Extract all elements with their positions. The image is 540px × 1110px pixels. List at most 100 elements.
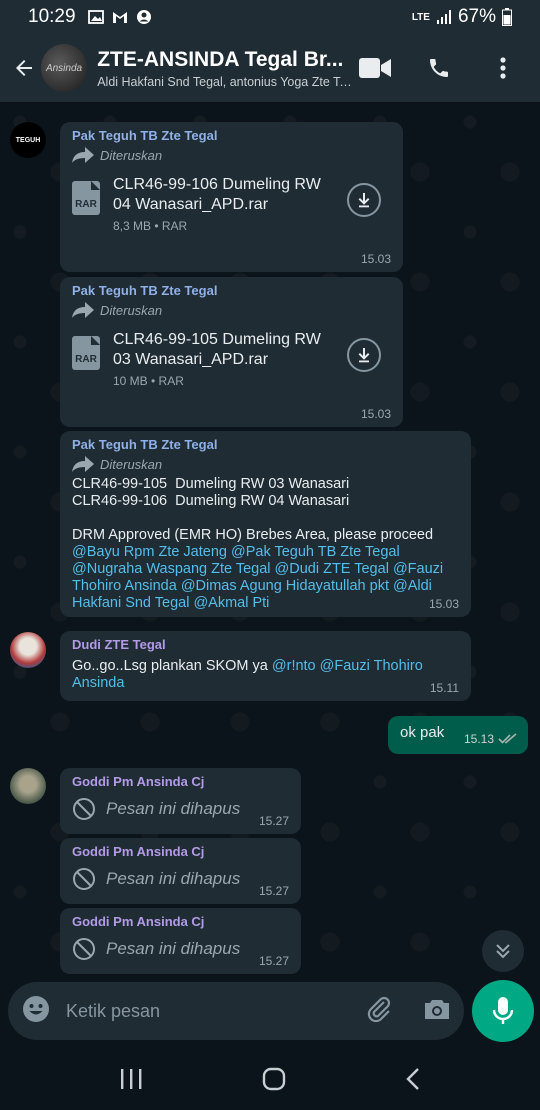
file-info: CLR46-99-106 Dumeling RW 04 Wanasari_APD… <box>113 175 323 233</box>
microphone-icon <box>492 997 514 1024</box>
back-button[interactable] <box>8 51 41 85</box>
battery-icon <box>502 8 512 26</box>
system-back-button[interactable] <box>405 1067 421 1096</box>
composer-actions <box>364 994 450 1029</box>
file-meta: 8,3 MB • RAR <box>113 219 188 233</box>
scroll-to-bottom-button[interactable] <box>482 930 524 972</box>
message-text: ok pak <box>400 724 445 741</box>
lte-label: LTE <box>411 11 430 23</box>
header-actions <box>358 51 540 85</box>
attach-button[interactable] <box>364 994 394 1029</box>
status-icons <box>87 9 152 25</box>
download-icon <box>358 348 370 363</box>
chat-area[interactable]: TEGUH Pak Teguh TB Zte Tegal Diteruskan … <box>0 102 540 980</box>
message-time: 15.13 <box>463 732 494 746</box>
deleted-text: Pesan ini dihapus <box>106 799 241 818</box>
file-type-label: RAR <box>75 199 97 210</box>
file-attachment[interactable]: RAR CLR46-99-106 Dumeling RW 04 Wanasari… <box>72 175 391 233</box>
status-right: LTE 67% <box>412 6 512 28</box>
blocked-icon <box>73 868 95 890</box>
message-time: 15.03 <box>360 407 391 421</box>
arrow-left-icon <box>16 60 33 76</box>
message-body: CLR46-99-105 Dumeling RW 03 Wanasari CLR… <box>72 476 459 612</box>
message-file-1[interactable]: Pak Teguh TB Zte Tegal Diteruskan RAR CL… <box>60 122 403 272</box>
file-name: CLR46-99-106 Dumeling RW 04 Wanasari_APD… <box>113 176 321 213</box>
phone-icon <box>430 59 448 77</box>
deleted-message: Pesan ini dihapus <box>72 797 289 821</box>
forwarded-text: Diteruskan <box>100 302 163 318</box>
gmail-icon <box>112 12 127 23</box>
message-line: DRM Approved (EMR HO) Brebes Area, pleas… <box>72 527 434 543</box>
emoji-icon <box>23 995 49 1022</box>
message-time: 15.03 <box>428 597 459 611</box>
paperclip-icon <box>367 996 391 1022</box>
download-icon <box>358 193 370 208</box>
battery-level: 67% <box>457 6 496 27</box>
message-line: CLR46-99-105 Dumeling RW 03 Wanasari <box>72 476 350 492</box>
group-avatar[interactable]: Ansinda <box>40 44 88 92</box>
file-attachment[interactable]: RAR CLR46-99-105 Dumeling RW 03 Wanasari… <box>72 330 391 388</box>
message-mentions[interactable]: @Bayu Rpm Zte Jateng @Pak Teguh TB Zte T… <box>72 544 447 611</box>
camera-icon <box>425 999 449 1019</box>
chat-header: Ansinda ZTE-ANSINDA Tegal Br... Aldi Hak… <box>0 34 540 102</box>
home-icon <box>262 1067 286 1090</box>
account-icon <box>136 10 151 24</box>
download-button[interactable] <box>347 183 381 217</box>
deleted-text: Pesan ini dihapus <box>106 939 241 958</box>
sender-avatar-teguh[interactable]: TEGUH <box>10 122 46 158</box>
recents-icon <box>121 1068 142 1089</box>
message-file-2[interactable]: Pak Teguh TB Zte Tegal Diteruskan RAR CL… <box>60 277 403 427</box>
message-body: Go..go..Lsg plankan SKOM ya @r!nto @Fauz… <box>72 658 459 692</box>
message-sender: Goddi Pm Ansinda Cj <box>72 774 205 789</box>
camera-button[interactable] <box>424 998 450 1025</box>
file-type-label: RAR <box>75 354 97 365</box>
status-bar: 10:29 LTE 67% <box>0 0 540 34</box>
forward-icon <box>72 302 94 318</box>
recents-button[interactable] <box>119 1068 143 1095</box>
message-deleted-8[interactable]: Goddi Pm Ansinda Cj Pesan ini dihapus 15… <box>60 908 301 974</box>
voice-call-button[interactable] <box>422 51 456 85</box>
message-time: 15.27 <box>258 884 289 898</box>
message-deleted-7[interactable]: Goddi Pm Ansinda Cj Pesan ini dihapus 15… <box>60 838 301 904</box>
double-check-icon <box>498 733 517 744</box>
emoji-button[interactable] <box>22 995 50 1028</box>
message-composer[interactable]: Ketik pesan <box>8 982 464 1040</box>
message-sender: Goddi Pm Ansinda Cj <box>72 844 205 859</box>
file-info: CLR46-99-105 Dumeling RW 03 Wanasari_APD… <box>113 330 323 388</box>
message-sender: Pak Teguh TB Zte Tegal <box>72 128 218 143</box>
status-time: 10:29 <box>28 6 76 27</box>
signal-icon <box>436 10 451 24</box>
message-text-4[interactable]: Dudi ZTE Tegal Go..go..Lsg plankan SKOM … <box>60 631 471 701</box>
message-outgoing-5[interactable]: ok pak 15.13 <box>388 716 528 754</box>
blocked-icon <box>73 798 95 820</box>
message-text-3[interactable]: Pak Teguh TB Zte Tegal Diteruskan CLR46-… <box>60 431 471 617</box>
group-info[interactable]: ZTE-ANSINDA Tegal Br... Aldi Hakfani Snd… <box>97 48 358 89</box>
voice-record-button[interactable] <box>472 980 534 1042</box>
chevron-left-icon <box>405 1067 419 1090</box>
download-button[interactable] <box>347 338 381 372</box>
sender-avatar-dudi[interactable] <box>10 632 46 668</box>
more-vertical-icon <box>500 57 506 79</box>
file-name: CLR46-99-105 Dumeling RW 03 Wanasari_APD… <box>113 331 321 368</box>
double-chevron-down-icon <box>496 944 510 959</box>
group-avatar-text: Ansinda <box>45 62 83 74</box>
video-call-button[interactable] <box>358 51 392 85</box>
home-button[interactable] <box>262 1067 286 1096</box>
rar-file-icon: RAR <box>72 336 100 370</box>
message-input[interactable]: Ketik pesan <box>66 1001 160 1022</box>
rar-file-icon: RAR <box>72 181 100 215</box>
sender-avatar-goddi[interactable] <box>10 768 46 804</box>
group-title: ZTE-ANSINDA Tegal Br... <box>97 47 344 71</box>
file-meta: 10 MB • RAR <box>113 374 184 388</box>
message-sender: Dudi ZTE Tegal <box>72 637 166 652</box>
deleted-message: Pesan ini dihapus <box>72 937 289 961</box>
blocked-icon <box>73 938 95 960</box>
more-options-button[interactable] <box>486 51 520 85</box>
forwarded-text: Diteruskan <box>100 147 163 163</box>
forward-icon <box>72 456 94 472</box>
message-time: 15.11 <box>429 681 459 695</box>
forwarded-label: Diteruskan <box>72 456 459 472</box>
message-sender: Pak Teguh TB Zte Tegal <box>72 283 218 298</box>
message-deleted-6[interactable]: Goddi Pm Ansinda Cj Pesan ini dihapus 15… <box>60 768 301 834</box>
message-sender: Pak Teguh TB Zte Tegal <box>72 437 218 452</box>
